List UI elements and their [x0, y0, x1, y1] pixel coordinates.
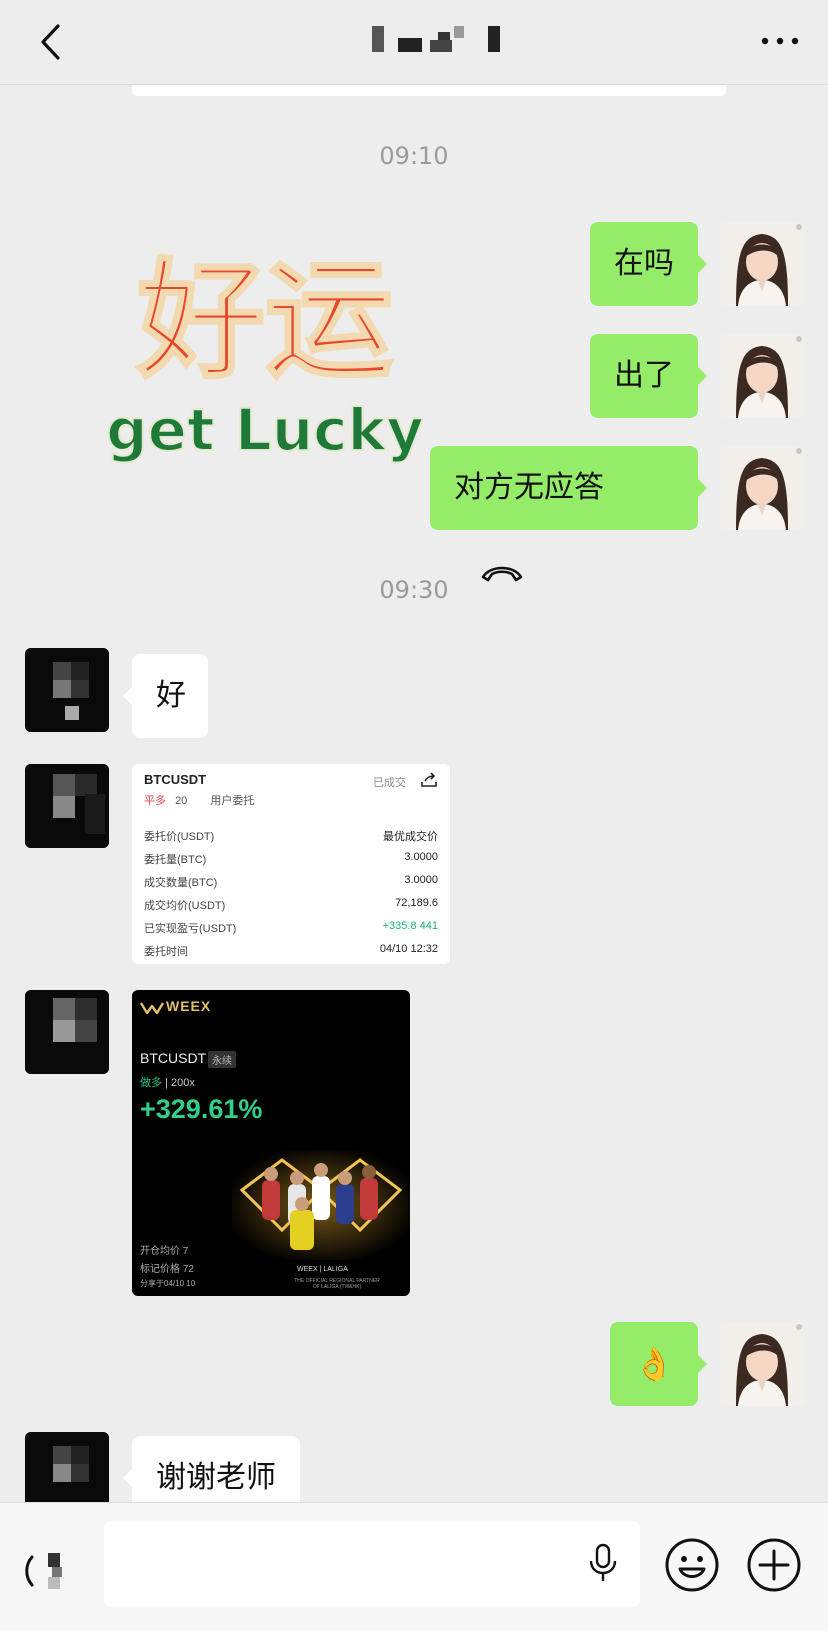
call-status-text: 对方无应答	[454, 470, 604, 505]
timestamp: 09:30	[379, 576, 449, 604]
woman-avatar-image	[720, 1322, 804, 1406]
order-detail-card[interactable]: BTCUSDT 已成交 平多 20 用户委托 委托价(USDT) 最优成交价 委…	[132, 764, 450, 964]
my-avatar[interactable]	[720, 1322, 804, 1406]
status-dot	[796, 448, 802, 454]
more-horizontal-icon[interactable]	[760, 34, 800, 48]
order-row: 成交数量(BTC) 3.0000	[144, 874, 438, 890]
order-row: 委托价(USDT) 最优成交价	[144, 828, 438, 844]
share-symbol: BTCUSDT	[140, 1050, 207, 1066]
order-row-label: 委托价(USDT)	[144, 831, 215, 843]
woman-avatar-image	[720, 334, 804, 418]
order-row-value: 最优成交价	[383, 831, 438, 843]
status-dot	[796, 224, 802, 230]
ok-hand-emoji: 👌	[634, 1345, 674, 1383]
share-partner-text: THE OFFICIAL REGIONAL PARTNER OF LALIGA …	[294, 1278, 380, 1290]
chat-header	[0, 0, 828, 85]
timestamp: 09:10	[379, 142, 449, 170]
order-row-value: 3.0000	[404, 874, 438, 886]
pnl-share-image[interactable]: WEEX BTCUSDT 永续 做多 | 200x +329.61% 开仓均价 …	[132, 990, 410, 1296]
my-avatar[interactable]	[720, 334, 804, 418]
microphone-icon[interactable]	[588, 1543, 618, 1583]
input-bar	[0, 1502, 828, 1631]
order-status: 已成交	[373, 777, 406, 789]
order-row-label: 已实现盈亏(USDT)	[144, 923, 237, 935]
contact-avatar-pixelated[interactable]	[25, 764, 109, 848]
share-contract-tag: 永续	[208, 1051, 236, 1068]
woman-avatar-image	[720, 446, 804, 530]
order-date: 20	[175, 795, 188, 807]
pixelated-avatar-image	[25, 648, 109, 732]
order-row-label: 成交均价(USDT)	[144, 900, 226, 912]
share-brand: WEEX	[166, 998, 212, 1014]
message-bubble-other[interactable]: 好	[123, 654, 208, 738]
order-direction: 平多	[144, 795, 166, 807]
chevron-left-icon[interactable]	[34, 20, 68, 64]
share-mark-price: 标记价格 72	[140, 1264, 194, 1275]
order-source: 用户委托	[210, 795, 255, 807]
share-icon	[421, 772, 437, 787]
order-subline: 平多 20 用户委托	[144, 792, 254, 808]
woman-avatar-image	[720, 222, 804, 306]
order-row-value: +335.8 441	[382, 920, 438, 932]
smile-icon[interactable]	[664, 1537, 720, 1593]
voice-toggle-icon[interactable]	[22, 1541, 82, 1601]
status-dot	[796, 336, 802, 342]
sticker-chinese-text: 好运	[136, 247, 393, 396]
plus-circle-icon[interactable]	[746, 1537, 802, 1593]
chat-title-masked	[372, 26, 500, 52]
my-avatar[interactable]	[720, 222, 804, 306]
message-input[interactable]	[104, 1521, 640, 1607]
message-bubble-me[interactable]: 出了	[590, 334, 707, 418]
order-row: 委托量(BTC) 3.0000	[144, 851, 438, 867]
share-direction-line: 做多 | 200x	[140, 1077, 195, 1089]
sticker-english-text: get Lucky	[106, 396, 424, 464]
order-row-value: 04/10 12:32	[379, 943, 438, 955]
my-avatar[interactable]	[720, 446, 804, 530]
order-symbol: BTCUSDT	[144, 772, 207, 787]
order-row: 委托时间 04/10 12:32	[144, 943, 438, 959]
pixelated-avatar-image	[25, 990, 109, 1074]
order-row-value: 3.0000	[404, 851, 438, 863]
order-row-label: 委托时间	[144, 946, 188, 958]
order-row-label: 委托量(BTC)	[144, 854, 207, 866]
contact-avatar-pixelated[interactable]	[25, 648, 109, 732]
sticker-get-lucky[interactable]: 好运 get Lucky	[100, 240, 430, 470]
order-row: 成交均价(USDT) 72,189.6	[144, 897, 438, 913]
share-time: 分享于04/10 10	[140, 1279, 196, 1288]
message-bubble-me[interactable]: 👌	[610, 1322, 707, 1406]
message-bubble-me[interactable]: 在吗	[590, 222, 707, 306]
order-row-label: 成交数量(BTC)	[144, 877, 218, 889]
contact-avatar-pixelated[interactable]	[25, 990, 109, 1074]
share-open-price: 开仓均价 7	[140, 1246, 189, 1257]
share-pnl-percent: +329.61%	[140, 1094, 263, 1124]
pixelated-avatar-image	[25, 764, 109, 848]
weex-logo-icon	[140, 1002, 164, 1015]
order-row: 已实现盈亏(USDT) +335.8 441	[144, 920, 438, 936]
share-leverage: 200x	[170, 1077, 195, 1089]
order-row-value: 72,189.6	[395, 897, 438, 909]
previous-message-edge	[132, 84, 726, 96]
share-direction: 做多	[140, 1077, 162, 1089]
call-record-bubble[interactable]: 对方无应答	[430, 446, 707, 581]
share-partner-brand: WEEX | LALIGA	[297, 1266, 348, 1273]
status-dot	[796, 1324, 802, 1330]
football-players-artwork	[232, 1150, 410, 1260]
